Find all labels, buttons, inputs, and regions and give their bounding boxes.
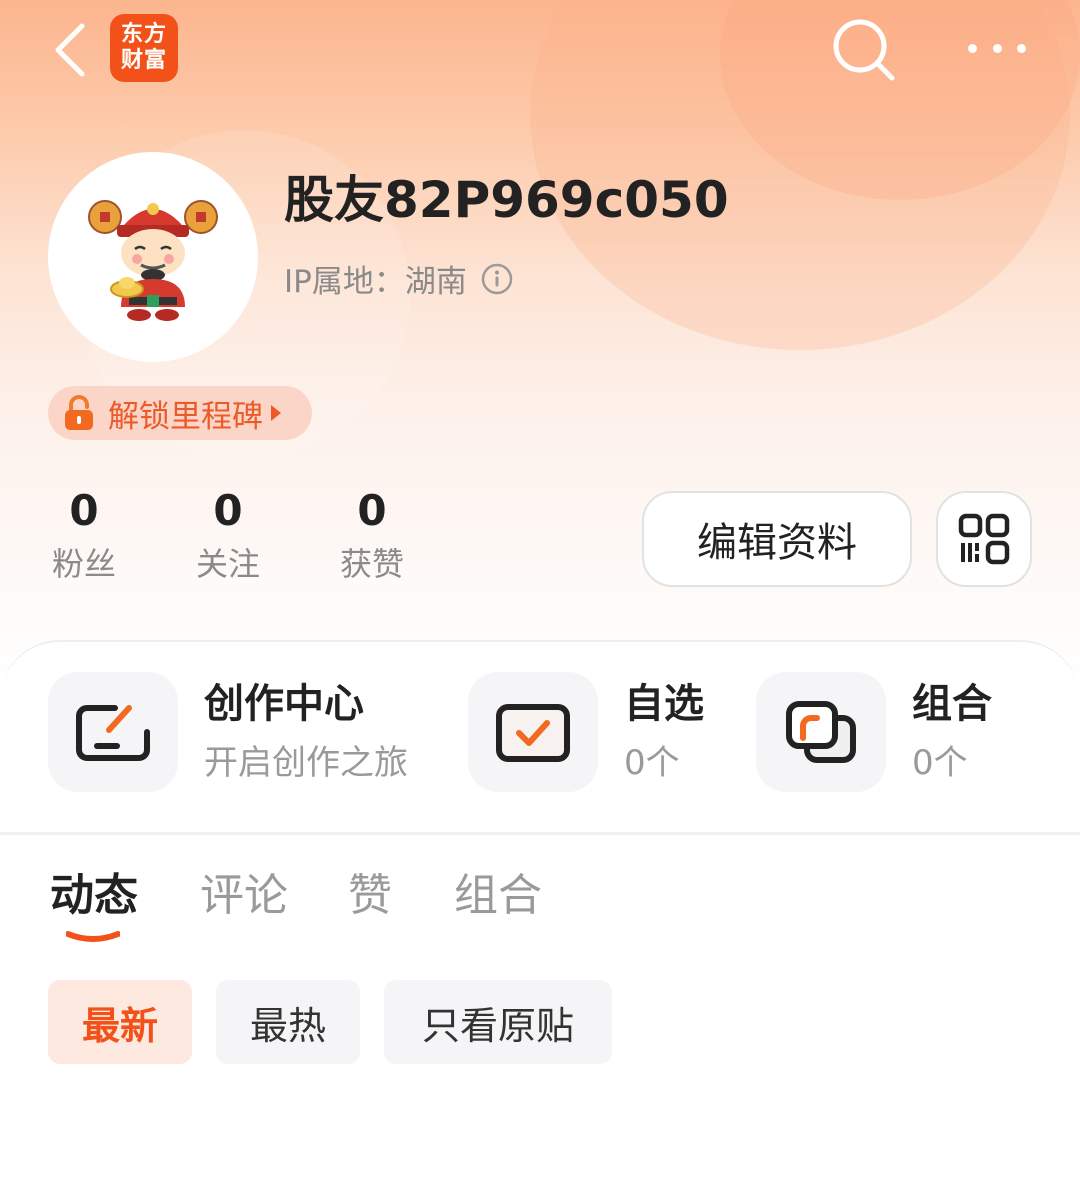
tab-portfolio[interactable]: 组合 — [454, 866, 542, 926]
edit-profile-button[interactable]: 编辑资料 — [642, 491, 912, 587]
feature-subtitle: 0个 — [624, 743, 680, 783]
username: 股友82P969c050 — [284, 171, 729, 229]
stat-value: 0 — [69, 486, 99, 535]
info-icon[interactable] — [481, 263, 513, 295]
section-divider — [0, 832, 1080, 835]
feature-title: 创作中心 — [204, 681, 364, 727]
feature-subtitle: 0个 — [912, 743, 968, 783]
stat-value: 0 — [213, 486, 243, 535]
ip-location-text: IP属地：湖南 — [284, 264, 467, 300]
feature-title: 自选 — [624, 681, 704, 727]
feature-text: 创作中心 开启创作之旅 — [204, 677, 408, 787]
search-button[interactable] — [826, 14, 898, 86]
caret-right-icon — [271, 405, 281, 421]
tab-activity[interactable]: 动态 — [50, 866, 138, 926]
watchlist-check-icon — [496, 704, 570, 762]
unlock-milestone-button[interactable]: 解锁里程碑 — [48, 386, 312, 440]
feature-portfolio[interactable]: 组合 0个 — [756, 672, 992, 792]
app-logo: 东方 财富 — [110, 14, 178, 82]
stat-label: 粉丝 — [51, 545, 116, 583]
logo-text-line2: 财富 — [120, 48, 167, 73]
more-dot — [992, 43, 1002, 53]
feature-icon-box — [756, 672, 886, 792]
avatar[interactable] — [48, 152, 258, 362]
feature-text: 组合 0个 — [912, 677, 992, 787]
filter-hottest[interactable]: 最热 — [216, 980, 360, 1064]
tab-likes[interactable]: 赞 — [348, 866, 392, 926]
create-icon — [76, 705, 150, 761]
tab-comments[interactable]: 评论 — [200, 866, 288, 926]
feature-icon-box — [48, 672, 178, 792]
feature-text: 自选 0个 — [624, 677, 704, 787]
feature-watchlist[interactable]: 自选 0个 — [468, 672, 704, 792]
feature-title: 组合 — [912, 681, 992, 727]
filter-latest[interactable]: 最新 — [48, 980, 192, 1064]
stat-following[interactable]: 0 关注 — [178, 484, 278, 588]
caishen-avatar-icon — [88, 200, 218, 321]
search-icon — [833, 19, 895, 81]
active-tab-indicator — [66, 931, 120, 942]
stat-label: 获赞 — [339, 545, 404, 583]
stat-followers[interactable]: 0 粉丝 — [34, 484, 134, 588]
logo-text-line1: 东方 — [120, 22, 167, 47]
chevron-left-icon — [55, 23, 85, 77]
feature-subtitle: 开启创作之旅 — [204, 743, 408, 783]
stat-label: 关注 — [195, 545, 260, 583]
more-button[interactable] — [962, 30, 1032, 66]
qr-code-icon — [958, 513, 1010, 565]
lock-icon — [65, 395, 93, 430]
back-button[interactable] — [44, 20, 94, 80]
stat-value: 0 — [357, 486, 387, 535]
more-dot — [1017, 43, 1026, 53]
stat-likes[interactable]: 0 获赞 — [322, 484, 422, 588]
filter-original-only[interactable]: 只看原贴 — [384, 980, 612, 1064]
feature-icon-box — [468, 672, 598, 792]
milestone-label: 解锁里程碑 — [108, 398, 263, 435]
portfolio-icon — [786, 701, 856, 763]
feature-creation-center[interactable]: 创作中心 开启创作之旅 — [48, 672, 408, 792]
more-dot — [968, 43, 977, 53]
qr-code-button[interactable] — [936, 491, 1032, 587]
ip-location-row: IP属地：湖南 — [284, 256, 513, 301]
